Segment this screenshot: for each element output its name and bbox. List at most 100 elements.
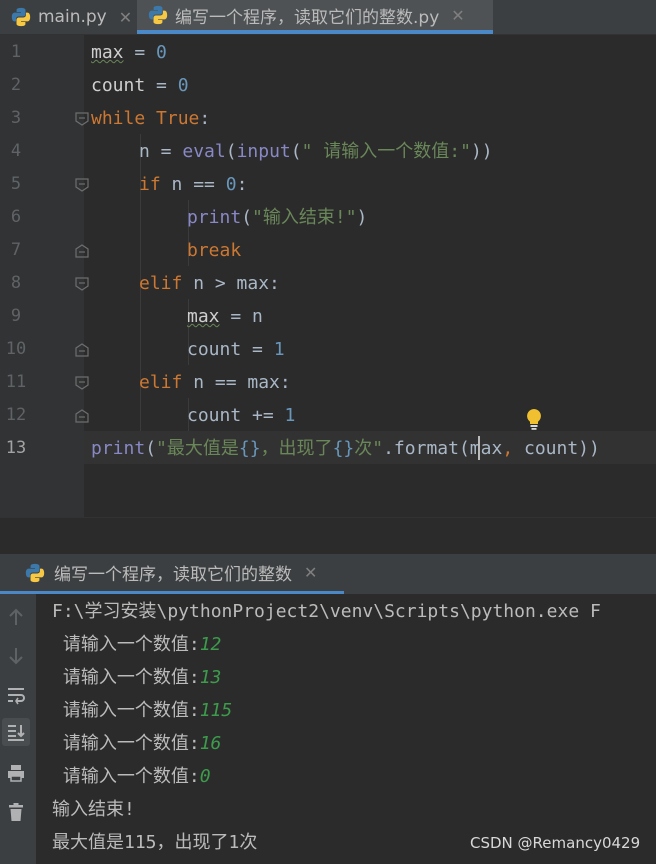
soft-wrap-icon[interactable] xyxy=(2,681,30,709)
watermark: CSDN @Remancy0429 xyxy=(470,834,641,852)
print-icon[interactable] xyxy=(2,759,30,787)
operator: = xyxy=(145,75,178,96)
fold-open-icon[interactable] xyxy=(75,277,89,291)
close-icon[interactable]: ✕ xyxy=(451,6,464,25)
code-line-1[interactable]: max = 0 xyxy=(91,36,167,69)
line-number: 2 xyxy=(10,75,22,95)
python-icon xyxy=(148,5,168,25)
code-line-10[interactable]: count = 1 xyxy=(187,333,285,366)
code-text: count)) xyxy=(513,438,600,459)
code-line-6[interactable]: print("输入结束!") xyxy=(187,201,367,234)
run-tab[interactable]: 编写一个程序，读取它们的整数 ✕ xyxy=(0,554,344,594)
python-icon xyxy=(25,563,45,582)
console-command-line: F:\学习安装\pythonProject2\venv\Scripts\pyth… xyxy=(52,601,601,622)
code-line-8[interactable]: elif n > max: xyxy=(139,267,280,300)
number-literal: 0 xyxy=(177,75,189,96)
paren: ( xyxy=(241,207,253,228)
code-text: count = xyxy=(187,339,274,360)
keyword: True xyxy=(156,108,200,129)
tab-label: 编写一个程序，读取它们的整数.py xyxy=(175,7,440,28)
prompt-text: 请输入一个数值: xyxy=(52,700,200,721)
line-number: 12 xyxy=(5,405,27,425)
variable: count xyxy=(91,75,146,96)
string-literal: 次" xyxy=(354,438,384,459)
fold-end-icon[interactable] xyxy=(75,409,89,423)
fold-open-icon[interactable] xyxy=(75,376,89,390)
line-number: 8 xyxy=(10,273,22,293)
code-line-13[interactable]: print("最大值是{}，出现了{}次".format(max, count)… xyxy=(91,432,600,465)
console-result: 最大值是115，出现了1次 xyxy=(52,832,258,853)
code-text: = n xyxy=(219,306,263,327)
code-line-11[interactable]: elif n == max: xyxy=(139,366,291,399)
string-literal: "最大值是 xyxy=(156,438,239,459)
keyword: elif xyxy=(139,273,183,294)
colon: : xyxy=(199,108,211,129)
number-literal: 1 xyxy=(273,339,285,360)
up-arrow-icon[interactable] xyxy=(2,603,30,631)
line-number: 1 xyxy=(10,42,22,62)
string-literal: " 请输入一个数值:" xyxy=(301,141,471,162)
code-line-9[interactable]: max = n xyxy=(187,300,263,333)
trash-icon[interactable] xyxy=(2,798,30,826)
console-line: 请输入一个数值:13 xyxy=(52,661,222,694)
keyword: elif xyxy=(139,372,183,393)
code-line-12[interactable]: count += 1 xyxy=(187,399,295,432)
operator: = xyxy=(123,42,157,63)
paren: ) xyxy=(356,207,368,228)
format-placeholder: {} xyxy=(238,438,261,459)
code-text: n = xyxy=(139,141,183,162)
code-line-4[interactable]: n = eval(input(" 请输入一个数值:")) xyxy=(139,135,493,168)
code-line-3[interactable]: while True: xyxy=(91,102,210,135)
console-line: 请输入一个数值:115 xyxy=(52,694,232,727)
fold-open-icon[interactable] xyxy=(75,178,89,192)
console-line: 请输入一个数值:12 xyxy=(52,628,222,661)
fold-open-icon[interactable] xyxy=(75,112,89,126)
tab-active-file[interactable]: 编写一个程序，读取它们的整数.py ✕ xyxy=(137,0,493,34)
line-number: 5 xyxy=(10,174,22,194)
comma: , xyxy=(502,438,514,459)
line-number: 11 xyxy=(5,372,27,392)
number-literal: 0 xyxy=(225,174,237,195)
code-text: n > max: xyxy=(182,273,280,294)
builtin: eval xyxy=(182,141,226,162)
console-line: 请输入一个数值:16 xyxy=(52,727,222,760)
fold-end-icon[interactable] xyxy=(75,244,89,258)
lightbulb-icon[interactable] xyxy=(524,407,544,431)
colon: : xyxy=(236,174,248,195)
line-number: 7 xyxy=(10,240,22,260)
fold-end-icon[interactable] xyxy=(75,343,89,357)
paren: ( xyxy=(145,438,157,459)
paren: )) xyxy=(470,141,493,162)
tab-main-py[interactable]: main.py ✕ xyxy=(0,0,137,34)
format-placeholder: {} xyxy=(332,438,355,459)
code-line-7[interactable]: break xyxy=(187,234,241,267)
prompt-text: 请输入一个数值: xyxy=(52,667,200,688)
line-number: 3 xyxy=(10,108,22,128)
paren: ( xyxy=(290,141,302,162)
close-icon[interactable]: ✕ xyxy=(304,563,317,582)
code-text: .format(max xyxy=(383,438,503,459)
python-icon xyxy=(11,7,31,27)
close-icon[interactable]: ✕ xyxy=(119,8,132,27)
line-number: 9 xyxy=(10,306,22,326)
user-input: 12 xyxy=(199,634,222,655)
console-line: 请输入一个数值:0 xyxy=(52,760,211,793)
user-input: 115 xyxy=(199,700,233,721)
builtin: print xyxy=(187,207,242,228)
line-number: 13 xyxy=(5,438,27,458)
console-end-message: 输入结束! xyxy=(52,799,135,820)
keyword: break xyxy=(187,240,242,261)
code-text: count += xyxy=(187,405,285,426)
paren: ( xyxy=(225,141,237,162)
panel-splitter[interactable] xyxy=(0,517,656,555)
user-input: 0 xyxy=(199,766,211,787)
down-arrow-icon[interactable] xyxy=(2,642,30,670)
user-input: 13 xyxy=(199,667,222,688)
string-literal: ，出现了 xyxy=(260,438,333,459)
code-line-5[interactable]: if n == 0: xyxy=(139,168,247,201)
scroll-to-end-icon[interactable] xyxy=(2,718,30,746)
code-line-2[interactable]: count = 0 xyxy=(91,69,189,102)
variable: max xyxy=(91,42,124,63)
text-caret xyxy=(478,436,480,460)
builtin: print xyxy=(91,438,146,459)
